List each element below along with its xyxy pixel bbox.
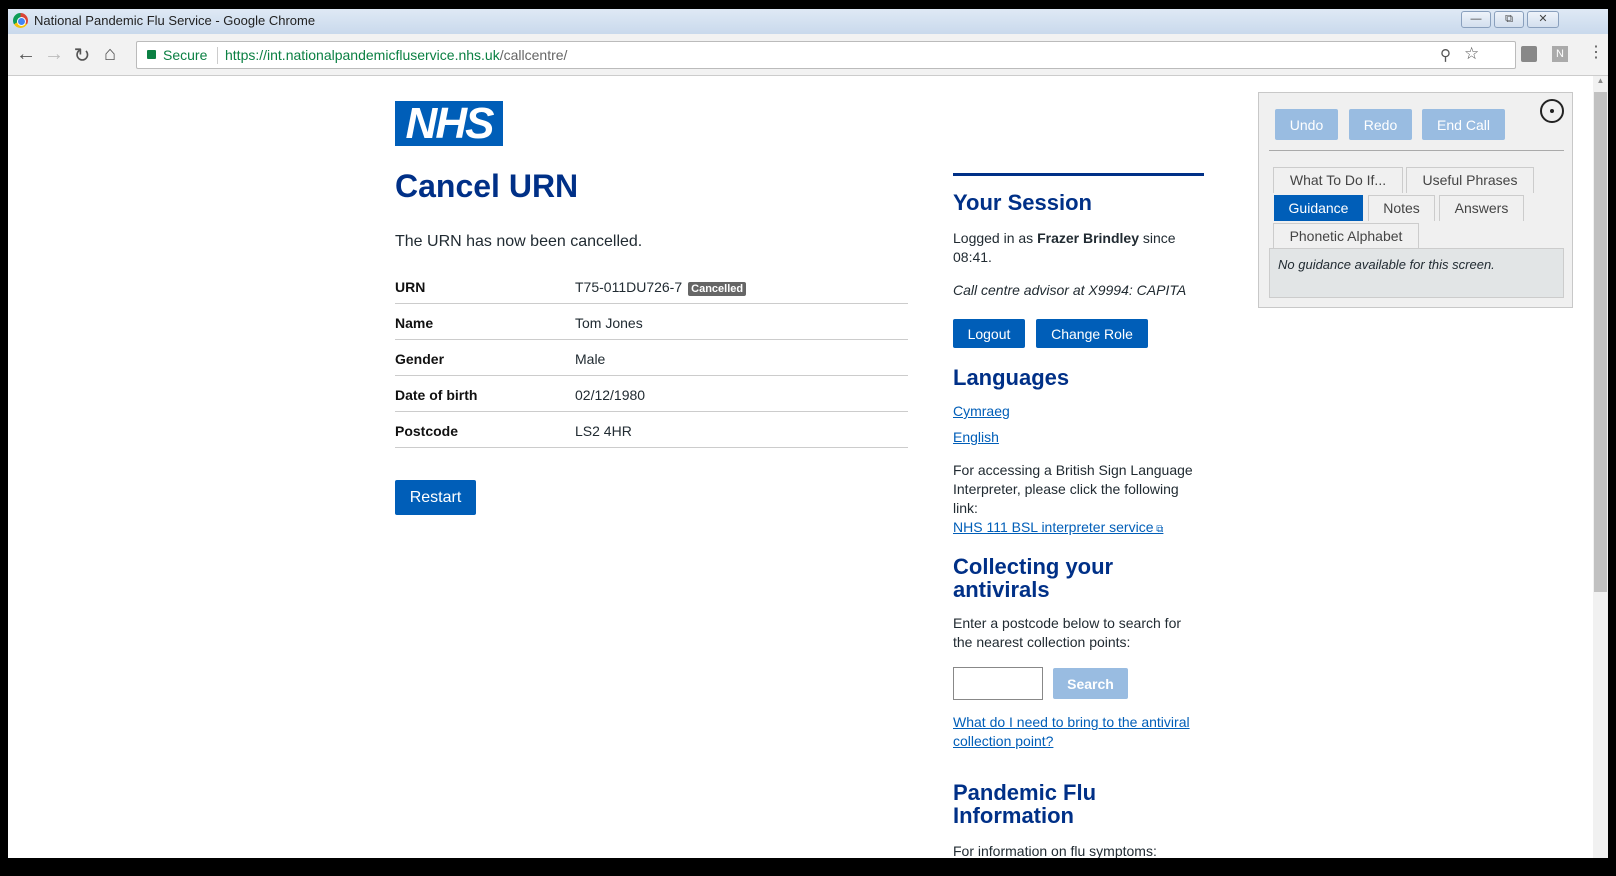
chrome-logo-icon bbox=[13, 13, 28, 28]
secure-label: Secure bbox=[163, 47, 208, 63]
window-titlebar: National Pandemic Flu Service - Google C… bbox=[8, 9, 1608, 34]
tab-what-to-do-if[interactable]: What To Do If... bbox=[1273, 167, 1403, 193]
bsl-link[interactable]: NHS 111 BSL interpreter service ⧉ bbox=[953, 518, 1163, 539]
nhs-logo: NHS bbox=[395, 101, 503, 146]
status-badge: Cancelled bbox=[688, 282, 747, 296]
menu-kebab-icon[interactable]: ⋮ bbox=[1588, 42, 1604, 62]
search-button[interactable]: Search bbox=[1053, 668, 1128, 699]
logout-button[interactable]: Logout bbox=[953, 319, 1025, 348]
row-label: URN bbox=[395, 279, 426, 295]
table-row: Name Tom Jones bbox=[395, 304, 908, 340]
row-value: T75-011DU726-7 Cancelled bbox=[575, 279, 747, 296]
tab-answers[interactable]: Answers bbox=[1439, 195, 1524, 221]
language-link-english[interactable]: English bbox=[953, 428, 999, 447]
languages-heading: Languages bbox=[953, 365, 1070, 390]
redo-button[interactable]: Redo bbox=[1349, 109, 1412, 140]
home-icon[interactable]: ⌂ bbox=[98, 43, 122, 66]
tab-useful-phrases[interactable]: Useful Phrases bbox=[1406, 167, 1534, 193]
call-control-panel: Undo Redo End Call What To Do If... Usef… bbox=[1258, 92, 1573, 308]
bsl-link-text: NHS 111 BSL interpreter service bbox=[953, 519, 1154, 535]
change-role-button[interactable]: Change Role bbox=[1036, 319, 1148, 348]
scroll-up-icon[interactable]: ▲ bbox=[1593, 76, 1608, 85]
collect-text: Enter a postcode below to search for the… bbox=[953, 615, 1182, 650]
page-title: Cancel URN bbox=[395, 168, 579, 204]
pandemic-flu-heading: Pandemic Flu Information bbox=[953, 780, 1097, 828]
url-host: https://int.nationalpandemicfluservice.n… bbox=[225, 47, 500, 63]
user-name: Frazer Brindley bbox=[1037, 230, 1140, 246]
url-text[interactable]: https://int.nationalpandemicfluservice.n… bbox=[225, 47, 567, 63]
language-link-cymraeg[interactable]: Cymraeg bbox=[953, 402, 1010, 421]
row-label: Gender bbox=[395, 351, 445, 367]
guidance-content: No guidance available for this screen. bbox=[1269, 248, 1564, 298]
address-bar[interactable]: Secure https://int.nationalpandemicfluse… bbox=[136, 41, 1516, 69]
flu-info-text: For information on flu symptoms: bbox=[953, 843, 1157, 858]
restart-button[interactable]: Restart bbox=[395, 480, 476, 515]
forward-icon[interactable]: → bbox=[42, 43, 66, 66]
table-row: Postcode LS2 4HR bbox=[395, 412, 908, 448]
tab-phonetic-alphabet[interactable]: Phonetic Alphabet bbox=[1273, 223, 1419, 249]
bsl-text: For accessing a British Sign Language In… bbox=[953, 462, 1193, 516]
postcode-input[interactable] bbox=[953, 667, 1043, 700]
collecting-heading: Collecting your antivirals bbox=[953, 554, 1114, 602]
external-link-icon: ⧉ bbox=[1153, 524, 1164, 535]
tab-guidance[interactable]: Guidance bbox=[1274, 195, 1363, 221]
status-message: The URN has now been cancelled. bbox=[395, 233, 643, 250]
window-title: National Pandemic Flu Service - Google C… bbox=[34, 13, 316, 28]
tab-notes[interactable]: Notes bbox=[1368, 195, 1435, 221]
row-value: Male bbox=[575, 351, 606, 367]
session-heading: Your Session bbox=[953, 190, 1092, 215]
extension-icon[interactable] bbox=[1521, 46, 1537, 62]
table-row: URN T75-011DU726-7 Cancelled bbox=[395, 268, 908, 304]
divider bbox=[217, 47, 218, 64]
row-label: Name bbox=[395, 315, 434, 331]
logged-in-prefix: Logged in as bbox=[953, 230, 1034, 246]
zoom-icon[interactable]: ⚲ bbox=[1440, 46, 1451, 64]
table-row: Gender Male bbox=[395, 340, 908, 376]
minimize-button[interactable]: — bbox=[1461, 11, 1491, 28]
restore-button[interactable]: ⧉ bbox=[1494, 11, 1524, 28]
url-path: /callcentre/ bbox=[499, 47, 568, 63]
lock-icon bbox=[147, 50, 156, 59]
target-icon[interactable] bbox=[1540, 99, 1564, 123]
undo-button[interactable]: Undo bbox=[1275, 109, 1338, 140]
section-rule bbox=[953, 173, 1204, 176]
back-icon[interactable]: ← bbox=[14, 43, 38, 66]
antiviral-info-link[interactable]: What do I need to bring to the antiviral… bbox=[953, 713, 1203, 751]
browser-toolbar: ← → ↻ ⌂ Secure https://int.nationalpande… bbox=[8, 34, 1608, 76]
row-label: Date of birth bbox=[395, 387, 478, 403]
urn-value: T75-011DU726-7 bbox=[575, 279, 683, 295]
reload-icon[interactable]: ↻ bbox=[70, 43, 94, 68]
row-value: Tom Jones bbox=[575, 315, 643, 331]
logged-in-text: Logged in as Frazer Brindley since 08:41… bbox=[953, 229, 1203, 267]
row-value: LS2 4HR bbox=[575, 423, 632, 439]
row-label: Postcode bbox=[395, 423, 459, 439]
end-call-button[interactable]: End Call bbox=[1422, 109, 1505, 140]
bookmark-star-icon[interactable]: ☆ bbox=[1464, 44, 1479, 64]
extension-n-icon[interactable]: N bbox=[1552, 46, 1568, 62]
row-value: 02/12/1980 bbox=[575, 387, 646, 403]
role-text: Call centre advisor at X9994: CAPITA bbox=[953, 282, 1187, 298]
page-content: NHS Cancel URN The URN has now been canc… bbox=[8, 76, 1593, 858]
divider bbox=[1269, 150, 1564, 151]
table-row: Date of birth 02/12/1980 bbox=[395, 376, 908, 412]
scrollbar-thumb[interactable] bbox=[1594, 92, 1607, 592]
close-window-button[interactable]: ✕ bbox=[1527, 11, 1559, 28]
